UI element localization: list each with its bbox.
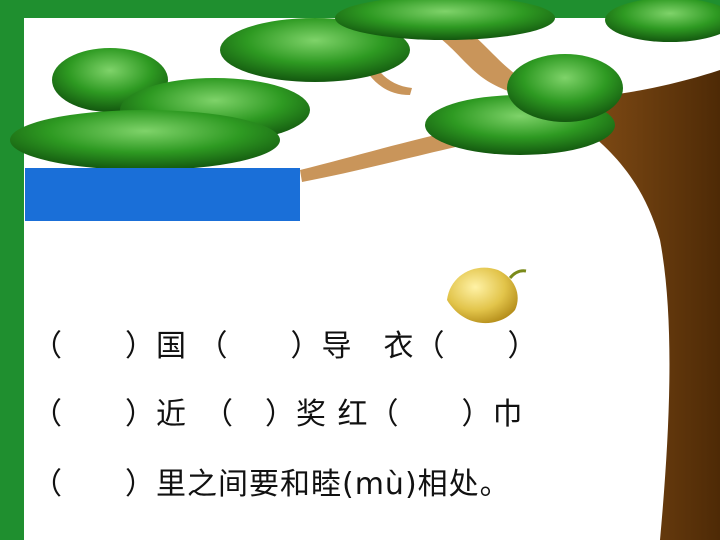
leaf-cluster (10, 110, 280, 170)
title-label-box (25, 168, 300, 221)
tree-illustration (0, 0, 720, 540)
exercise-line-1: （ ）国 （ ）导 衣（ ） (32, 329, 539, 364)
leaf-cluster (507, 54, 623, 122)
frame-left (0, 0, 24, 540)
leaf-cluster (605, 0, 720, 42)
falling-leaf-icon (447, 267, 527, 324)
exercise-line-3: （ ）里之间要和睦(mù)相处。 (32, 467, 511, 502)
exercise-line-2: （ ）近 （ ）奖 红（ ）巾 (32, 397, 524, 432)
